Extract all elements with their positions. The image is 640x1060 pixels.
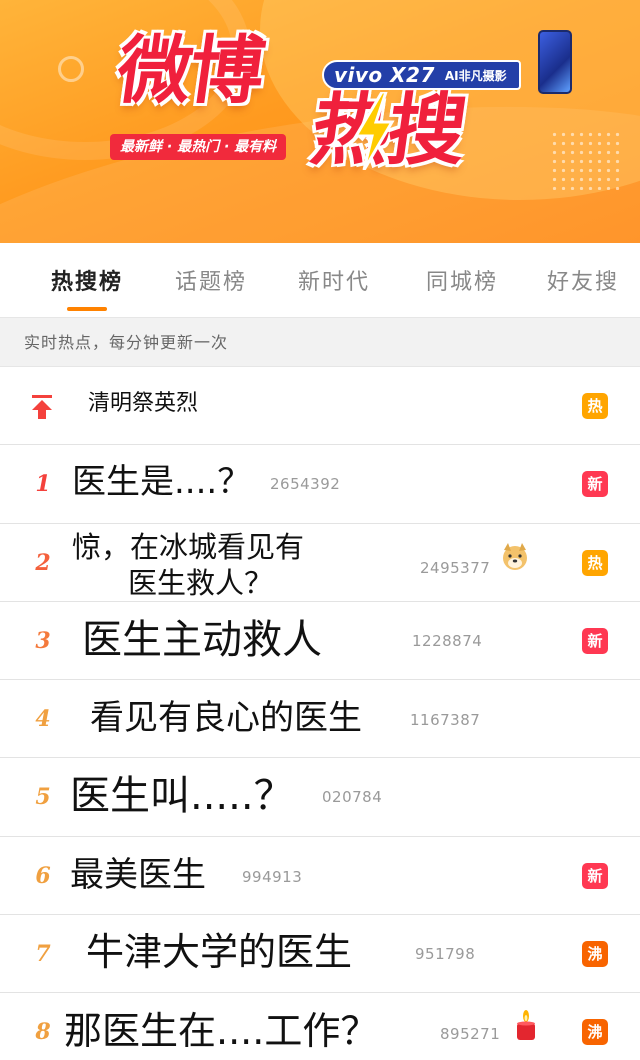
tab-label: 热搜榜 bbox=[50, 270, 123, 295]
tab-hot-search[interactable]: 热搜榜 bbox=[22, 243, 152, 317]
arrow-up-pin-icon bbox=[32, 395, 52, 419]
lightning-bolt-icon bbox=[353, 92, 395, 170]
tab-topic[interactable]: 话题榜 bbox=[152, 243, 270, 317]
boil-badge: 沸 bbox=[582, 1019, 608, 1046]
candle-emoji-icon bbox=[517, 1010, 535, 1041]
new-badge: 新 bbox=[582, 862, 608, 889]
item-title: 牛津大学的医生 bbox=[86, 930, 353, 975]
list-item[interactable]: 5 医生叫.....？ 020784 bbox=[0, 758, 640, 837]
search-count: 020784 bbox=[322, 788, 383, 807]
search-count: 1167387 bbox=[410, 711, 481, 730]
item-title: 清明祭英烈 bbox=[88, 391, 199, 416]
list-item-pinned[interactable]: 清明祭英烈 热 bbox=[0, 367, 640, 446]
banner-title-weibo: 微博 bbox=[111, 28, 269, 114]
update-note: 实时热点，每分钟更新一次 bbox=[0, 317, 640, 367]
list-item[interactable]: 8 那医生在....工作？ 895271 沸 bbox=[0, 993, 640, 1060]
search-count: 2654392 bbox=[270, 475, 341, 494]
item-title-line2: 医生救人？ bbox=[128, 565, 274, 600]
item-title-line1: 惊，在冰城看见有 bbox=[72, 529, 305, 564]
sponsor-phone-image bbox=[538, 30, 572, 94]
rank-number: 8 bbox=[35, 1019, 51, 1046]
banner-decor-ring bbox=[58, 56, 84, 82]
new-badge: 新 bbox=[582, 627, 608, 654]
rank-number: 7 bbox=[35, 941, 51, 968]
tab-label: 好友搜 bbox=[546, 270, 619, 295]
boil-badge: 沸 bbox=[582, 941, 608, 968]
ranking-tabs: 热搜榜 话题榜 新时代 同城榜 好友搜 bbox=[0, 243, 640, 317]
tab-label: 同城榜 bbox=[425, 270, 498, 295]
rank-number: 6 bbox=[35, 862, 51, 889]
item-title: 医生是....？ bbox=[72, 462, 252, 503]
item-title: 看见有良心的医生 bbox=[90, 698, 362, 739]
doge-emoji-icon bbox=[503, 542, 527, 570]
search-count: 951798 bbox=[415, 945, 476, 964]
list-item[interactable]: 2 惊，在冰城看见有 医生救人？ 2495377 热 bbox=[0, 523, 640, 602]
banner-tagline: 最新鲜 · 最热门 · 最有料 bbox=[110, 134, 287, 160]
hot-search-banner[interactable]: 微博 热搜 最新鲜 · 最热门 · 最有料 vivo X27 AI非凡摄影 bbox=[0, 0, 640, 243]
sponsor-badge[interactable]: vivo X27 AI非凡摄影 bbox=[322, 60, 521, 90]
item-title: 最美医生 bbox=[70, 854, 206, 895]
rank-number: 5 bbox=[35, 784, 51, 811]
hot-search-list: 清明祭英烈 热 1 医生是....？ 2654392 新 2 惊，在冰城看见有 … bbox=[0, 367, 640, 1060]
sponsor-subtitle: AI非凡摄影 bbox=[444, 68, 507, 83]
rank-number: 2 bbox=[35, 549, 51, 576]
rank-number: 3 bbox=[35, 627, 51, 654]
rank-number: 4 bbox=[35, 706, 51, 733]
item-title: 医生叫.....？ bbox=[70, 773, 294, 820]
item-title: 医生主动救人 bbox=[82, 616, 322, 663]
list-item[interactable]: 7 牛津大学的医生 951798 沸 bbox=[0, 915, 640, 994]
active-tab-indicator bbox=[67, 307, 107, 311]
tab-local[interactable]: 同城榜 bbox=[398, 243, 526, 317]
new-badge: 新 bbox=[582, 471, 608, 498]
list-item[interactable]: 6 最美医生 994913 新 bbox=[0, 836, 640, 916]
search-count: 994913 bbox=[242, 867, 303, 886]
list-item[interactable]: 1 医生是....？ 2654392 新 bbox=[0, 445, 640, 524]
list-item[interactable]: 3 医生主动救人 1228874 新 bbox=[0, 601, 640, 681]
tab-new-era[interactable]: 新时代 bbox=[270, 243, 398, 317]
search-count: 1228874 bbox=[412, 631, 483, 650]
sponsor-brand: vivo X27 bbox=[334, 63, 435, 87]
search-count: 2495377 bbox=[420, 558, 491, 577]
list-item[interactable]: 4 看见有良心的医生 1167387 bbox=[0, 680, 640, 759]
rank-number: 1 bbox=[35, 471, 51, 498]
tab-label: 新时代 bbox=[297, 270, 370, 295]
item-title: 那医生在....工作？ bbox=[64, 1009, 379, 1054]
search-count: 895271 bbox=[440, 1025, 501, 1044]
tab-label: 话题榜 bbox=[174, 270, 247, 295]
hot-badge: 热 bbox=[582, 549, 608, 576]
tab-friends[interactable]: 好友搜 bbox=[526, 243, 640, 317]
banner-decor-dots bbox=[550, 130, 620, 190]
hot-badge: 热 bbox=[582, 393, 608, 419]
